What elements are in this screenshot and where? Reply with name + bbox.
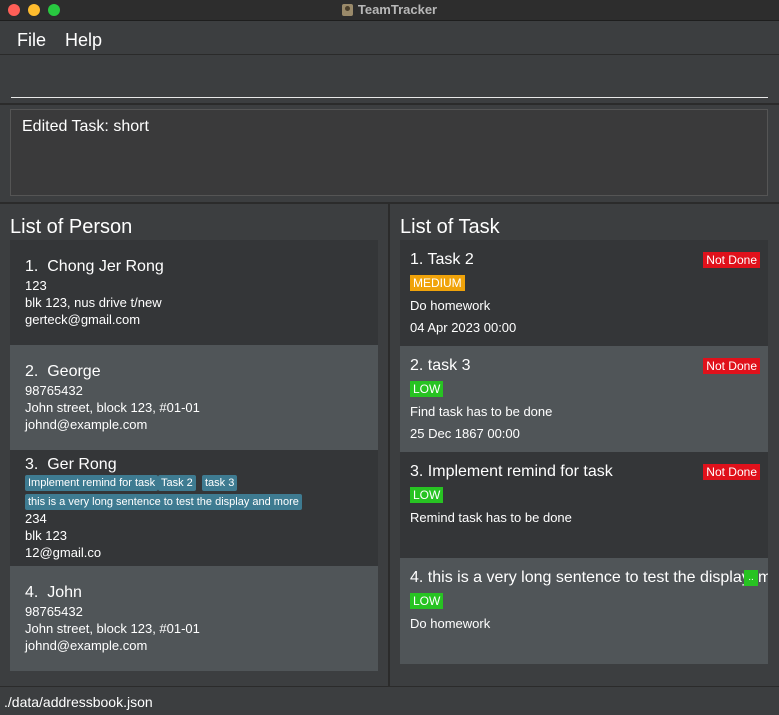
task-priority-badge: LOW — [410, 487, 444, 503]
task-description: Remind task has to be done — [410, 510, 572, 525]
data-file-path: ./data/addressbook.json — [4, 694, 153, 710]
task-description: Find task has to be done — [410, 404, 553, 419]
person-card[interactable]: 2. George 98765432 John street, block 12… — [10, 345, 378, 450]
person-list-title: List of Person — [10, 216, 133, 238]
task-card[interactable]: 1. Task 2 Not Done MEDIUM Do homework 04… — [400, 240, 768, 346]
task-description: Do homework — [410, 298, 491, 313]
task-status-badge: Not Done — [703, 358, 760, 374]
person-phone: 98765432 — [25, 383, 83, 398]
window-title: TeamTracker — [357, 2, 438, 17]
task-priority-badge: MEDIUM — [410, 275, 465, 291]
result-display: Edited Task: short — [10, 109, 768, 196]
person-card[interactable]: 4. John 98765432 John street, block 123,… — [10, 566, 378, 671]
task-title: 2. task 3 — [410, 357, 471, 374]
task-deadline: 04 Apr 2023 00:00 — [410, 320, 517, 335]
task-list-title: List of Task — [400, 216, 500, 238]
person-card[interactable]: 1. Chong Jer Rong 123 blk 123, nus drive… — [10, 240, 378, 345]
command-box — [0, 56, 779, 102]
person-phone: 98765432 — [25, 604, 83, 619]
command-input[interactable] — [11, 60, 768, 98]
person-email: 12@gmail.co — [25, 545, 102, 560]
title-bar: TeamTracker — [0, 0, 779, 21]
person-phone: 123 — [25, 278, 47, 293]
person-tag: task 3 — [202, 475, 238, 491]
person-address: blk 123, nus drive t/new — [25, 295, 162, 310]
result-text: Edited Task: short — [22, 118, 149, 135]
task-status-badge: Not Done — [703, 464, 760, 480]
panel-divider[interactable] — [388, 204, 390, 686]
task-priority-badge: LOW — [410, 381, 444, 397]
task-status-badge: .. — [744, 570, 758, 586]
person-phone: 234 — [25, 511, 47, 526]
task-title: 4. this is a very long sentence to test … — [410, 569, 744, 586]
task-title: 3. Implement remind for task — [410, 463, 613, 480]
person-tag: this is a very long sentence to test the… — [25, 494, 302, 510]
task-title-overflow: m — [758, 569, 768, 586]
menu-file[interactable]: File — [17, 30, 46, 51]
task-priority-badge: LOW — [410, 593, 444, 609]
person-email: johnd@example.com — [25, 638, 148, 653]
menu-bar: File Help — [0, 22, 779, 55]
person-card[interactable]: 3. Ger Rong Implement remind for task Ta… — [10, 450, 378, 566]
person-name: 3. Ger Rong — [25, 456, 117, 473]
person-tag: Task 2 — [158, 475, 196, 491]
task-deadline: 25 Dec 1867 00:00 — [410, 426, 520, 441]
task-description: Do homework — [410, 616, 491, 631]
person-tag: Implement remind for task — [25, 475, 159, 491]
divider — [0, 103, 779, 105]
person-name: 4. John — [25, 584, 82, 601]
task-card[interactable]: 3. Implement remind for task Not Done LO… — [400, 452, 768, 558]
person-address: John street, block 123, #01-01 — [25, 621, 200, 636]
person-email: gerteck@gmail.com — [25, 312, 141, 327]
app-icon — [341, 4, 353, 16]
task-card[interactable]: 4. this is a very long sentence to test … — [400, 558, 768, 664]
status-bar: ./data/addressbook.json — [0, 686, 779, 715]
task-status-badge: Not Done — [703, 252, 760, 268]
person-address: blk 123 — [25, 528, 67, 543]
task-card[interactable]: 2. task 3 Not Done LOW Find task has to … — [400, 346, 768, 452]
person-address: John street, block 123, #01-01 — [25, 400, 200, 415]
menu-help[interactable]: Help — [65, 30, 102, 51]
person-email: johnd@example.com — [25, 417, 148, 432]
person-name: 1. Chong Jer Rong — [25, 258, 164, 275]
task-title: 1. Task 2 — [410, 251, 474, 268]
person-name: 2. George — [25, 363, 101, 380]
